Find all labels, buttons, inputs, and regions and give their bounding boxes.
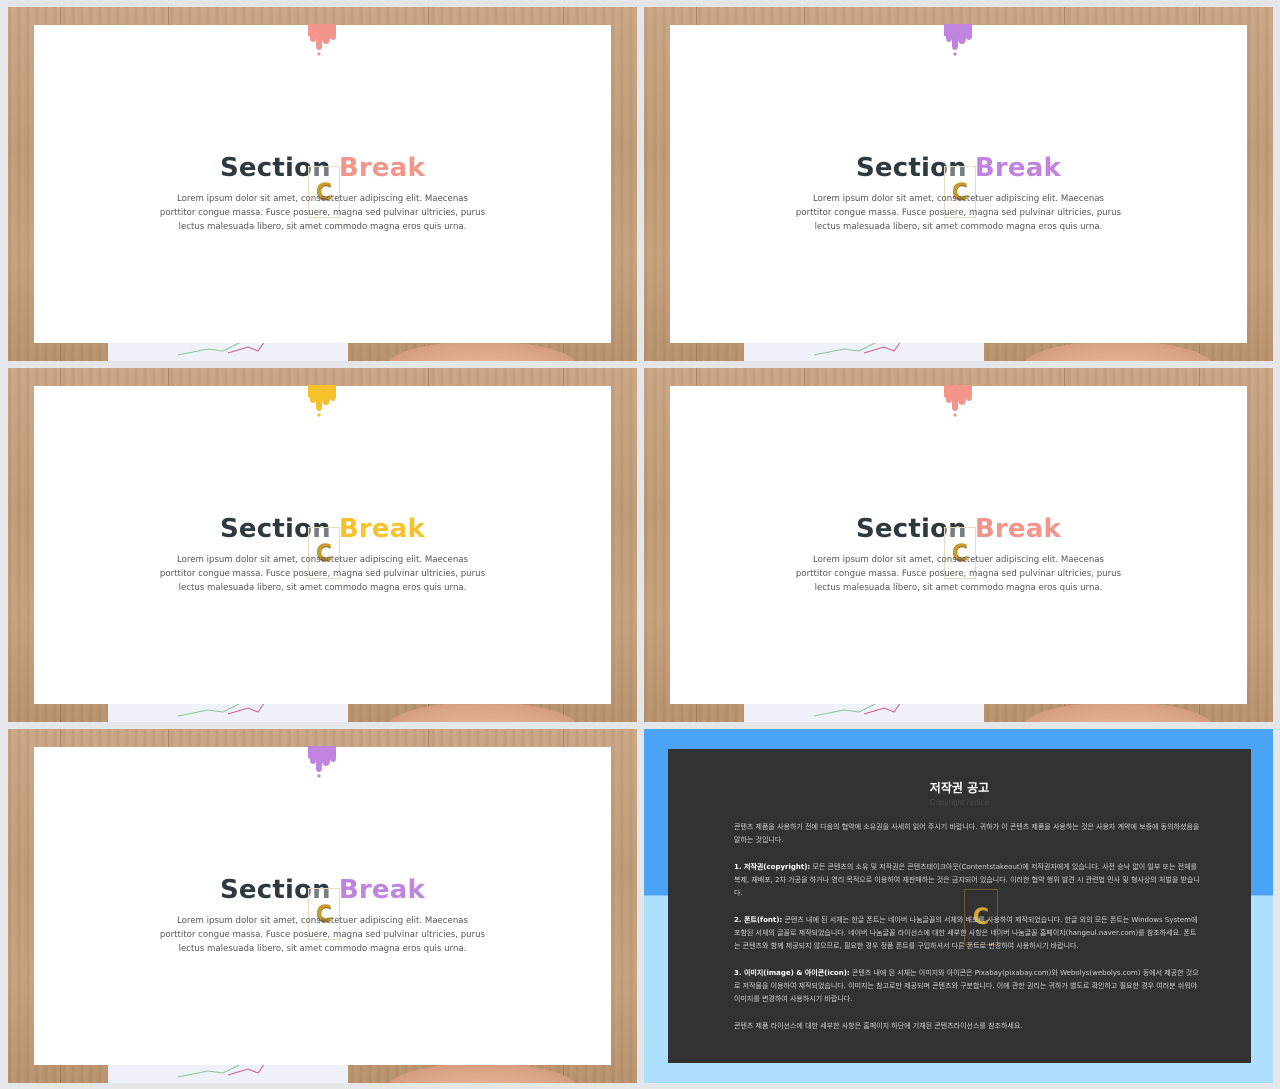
slide-card: Section Break C Lorem ipsum dolor sit ame… xyxy=(34,385,611,704)
slide-thumbnail-1[interactable]: Section Break C Lorem ipsum dolor sit ame… xyxy=(8,7,637,361)
copyright-outro: 콘텐츠 제품 라이선스에 대한 세부한 사항은 홈페이지 하단에 기재된 콘텐츠… xyxy=(734,1022,1023,1030)
drip-icon xyxy=(308,385,336,417)
hand-image xyxy=(1023,702,1213,722)
hand-image xyxy=(387,341,577,361)
hand-image xyxy=(1023,341,1213,361)
slide-card: Section Break C Lorem ipsum dolor sit ame… xyxy=(670,24,1247,343)
hand-image xyxy=(387,702,577,722)
title-word-break: Break xyxy=(338,875,425,905)
section-body-text: Lorem ipsum dolor sit amet, consectetuer… xyxy=(795,555,1122,593)
copyright-section-1: 1. 저작권(copyright): 모든 콘텐츠의 소유 및 저작권은 콘텐츠… xyxy=(734,861,1201,900)
copyright-card: 저작권 공고 Copyright Notice C 콘텐츠 제품을 사용하기 전… xyxy=(668,749,1251,1063)
slide-thumbnail-2[interactable]: Section Break C Lorem ipsum dolor sit ame… xyxy=(644,7,1273,361)
copyright-section-2: 2. 폰트(font): 콘텐츠 내에 된 서체는 한글 폰트는 네이버 나눔글… xyxy=(734,914,1201,953)
section-body-text: Lorem ipsum dolor sit amet, consectetuer… xyxy=(159,194,486,232)
copyright-section-3: 3. 이미지(image) & 아이콘(icon): 콘텐츠 내에 된 서체는 … xyxy=(734,967,1201,1006)
title-word-break: Break xyxy=(338,514,425,544)
copyright-intro: 콘텐츠 제품을 사용하기 전에 다음의 협약에 소유권을 사세히 읽어 주시기 … xyxy=(734,823,1200,844)
drip-icon xyxy=(944,24,972,56)
slide-thumbnail-5[interactable]: Section Break C Lorem ipsum dolor sit ame… xyxy=(8,729,637,1083)
copyright-title: 저작권 공고 xyxy=(929,781,990,795)
section-1-heading: 1. 저작권(copyright): xyxy=(734,863,811,871)
copyright-subtitle: Copyright Notice xyxy=(929,798,990,807)
section-2-text: 콘텐츠 내에 된 서체는 한글 폰트는 네이버 나눔글꼴의 서체와 배포를 사용… xyxy=(734,916,1198,950)
section-body-text: Lorem ipsum dolor sit amet, consectetuer… xyxy=(159,555,486,593)
section-body-text: Lorem ipsum dolor sit amet, consectetuer… xyxy=(795,194,1122,232)
slide-card: Section Break C Lorem ipsum dolor sit ame… xyxy=(34,24,611,343)
section-2-heading: 2. 폰트(font): xyxy=(734,916,783,924)
title-word-break: Break xyxy=(974,153,1061,183)
copyright-body: 콘텐츠 제품을 사용하기 전에 다음의 협약에 소유권을 사세히 읽어 주시기 … xyxy=(734,821,1201,1047)
slide-card: Section Break C Lorem ipsum dolor sit ame… xyxy=(670,385,1247,704)
title-word-break: Break xyxy=(338,153,425,183)
section-3-heading: 3. 이미지(image) & 아이콘(icon): xyxy=(734,969,850,977)
slide-thumbnail-6-copyright[interactable]: 저작권 공고 Copyright Notice C 콘텐츠 제품을 사용하기 전… xyxy=(644,729,1273,1083)
slide-card: Section Break C Lorem ipsum dolor sit ame… xyxy=(34,746,611,1065)
drip-icon xyxy=(308,24,336,56)
slide-thumbnail-4[interactable]: Section Break C Lorem ipsum dolor sit ame… xyxy=(644,368,1273,722)
section-body-text: Lorem ipsum dolor sit amet, consectetuer… xyxy=(159,916,486,954)
drip-icon xyxy=(308,746,336,778)
hand-image xyxy=(387,1063,577,1083)
title-word-break: Break xyxy=(974,514,1061,544)
drip-icon xyxy=(944,385,972,417)
slide-thumbnail-3[interactable]: Section Break C Lorem ipsum dolor sit ame… xyxy=(8,368,637,722)
